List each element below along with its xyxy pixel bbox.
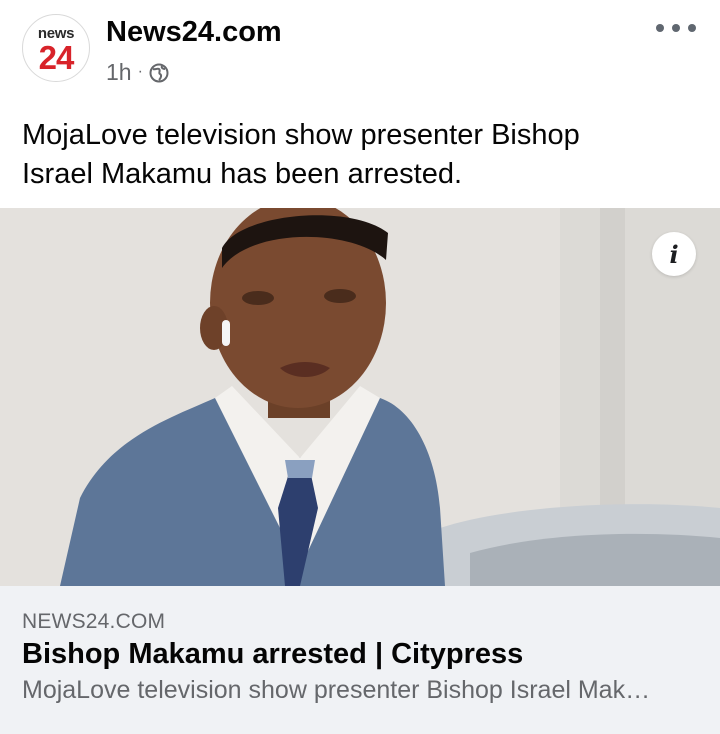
page-avatar[interactable]: news 24 bbox=[22, 14, 90, 82]
link-description: MojaLove television show presenter Bisho… bbox=[22, 676, 651, 704]
page-name-link[interactable]: News24.com bbox=[106, 16, 282, 49]
post-header: news 24 News24.com 1h · bbox=[0, 0, 720, 100]
more-dot-icon bbox=[688, 24, 696, 32]
post-timestamp[interactable]: 1h bbox=[106, 59, 132, 86]
link-preview-card[interactable]: NEWS24.COM Bishop Makamu arrested | City… bbox=[0, 586, 720, 734]
photo-illustration bbox=[0, 208, 720, 586]
avatar-logo-big: 24 bbox=[38, 39, 75, 76]
link-title[interactable]: Bishop Makamu arrested | Citypress bbox=[22, 638, 523, 671]
post-text-line: MojaLove television show presenter Bisho… bbox=[22, 119, 580, 151]
more-dot-icon bbox=[656, 24, 664, 32]
post-text-line: Israel Makamu has been arrested. bbox=[22, 158, 463, 190]
post-meta: 1h · bbox=[106, 58, 169, 86]
meta-separator: · bbox=[137, 63, 143, 80]
post-text: MojaLove television show presenter Bisho… bbox=[22, 116, 692, 194]
link-domain: NEWS24.COM bbox=[22, 610, 166, 633]
more-options-button[interactable] bbox=[656, 18, 696, 38]
globe-icon[interactable] bbox=[149, 62, 169, 83]
info-icon[interactable]: i bbox=[652, 232, 696, 276]
more-dot-icon bbox=[672, 24, 680, 32]
post-image[interactable] bbox=[0, 208, 720, 586]
